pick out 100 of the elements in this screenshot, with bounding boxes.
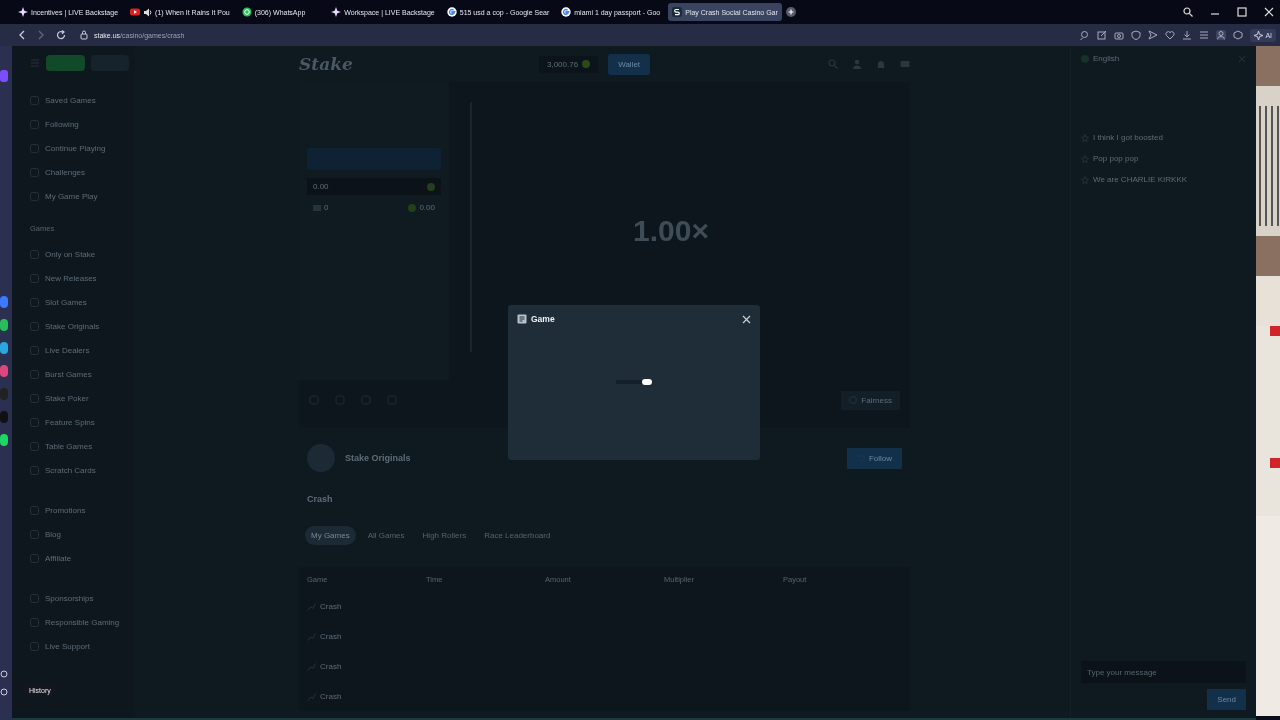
table-tab[interactable]: My Games	[305, 526, 356, 545]
coin-icon	[427, 182, 435, 191]
wallet-button[interactable]: Wallet	[608, 53, 651, 75]
forward-icon[interactable]	[37, 30, 45, 40]
send-button[interactable]: Send	[1207, 689, 1246, 710]
menu-item-icon	[30, 249, 39, 259]
cube-icon[interactable]	[1233, 30, 1244, 40]
sidebar-item[interactable]: Burst Games	[30, 362, 129, 386]
sidebar-item[interactable]: Continue Playing	[30, 136, 129, 160]
sidebar-item[interactable]: Scratch Cards	[30, 458, 129, 482]
player-count: 0	[313, 203, 329, 212]
lock-icon	[80, 30, 88, 40]
total-amount: 0.00	[408, 203, 435, 212]
language-selector[interactable]: English	[1081, 54, 1120, 63]
chat-bubble-icon	[241, 7, 252, 17]
s-logo-icon	[672, 7, 683, 17]
menu-item-icon	[30, 95, 39, 105]
menu-item-icon	[30, 441, 39, 451]
sidebar-item[interactable]: Blog	[30, 522, 129, 546]
app-icon[interactable]	[0, 434, 8, 446]
menu-item-icon	[30, 417, 39, 427]
mode-toggle[interactable]	[46, 55, 85, 71]
section-title: Crash	[306, 493, 334, 506]
sidebar-item[interactable]: Slot Games	[30, 290, 129, 314]
chat-message: Pop pop pop	[1093, 154, 1139, 163]
star-icon	[1081, 175, 1089, 184]
sparkle-icon	[18, 7, 28, 17]
play-icon	[130, 7, 141, 17]
menu-item-icon	[30, 529, 39, 539]
site-logo[interactable]: Stake	[299, 54, 529, 74]
sidebar-item[interactable]: Feature Spins	[30, 410, 129, 434]
message-field[interactable]: Type your message	[1081, 661, 1246, 683]
table-cell: Crash	[307, 601, 342, 611]
table-cell: Crash	[307, 631, 342, 641]
trend-icon	[307, 691, 316, 701]
menu-item-icon	[30, 505, 39, 515]
sidebar-item[interactable]: Live Dealers	[30, 338, 129, 362]
menu-item-icon	[30, 119, 39, 129]
sidebar-item[interactable]: Following	[30, 112, 129, 136]
provider-name[interactable]: Stake Originals	[345, 453, 411, 463]
sparkle-icon	[331, 7, 342, 17]
sidebar-item[interactable]: Promotions	[30, 498, 129, 522]
trend-icon	[307, 661, 316, 671]
loading-bar	[616, 379, 652, 385]
app-icon[interactable]	[0, 342, 8, 354]
menu-item-icon	[30, 167, 39, 177]
balance-display[interactable]: 3,000.76	[539, 55, 599, 73]
zoom-icon[interactable]	[1080, 30, 1091, 40]
menu-item-icon	[30, 641, 39, 651]
menu-item-icon	[30, 345, 39, 355]
menu-item-icon	[30, 143, 39, 153]
dialog-title: Game	[531, 314, 555, 324]
shield-icon[interactable]	[1131, 30, 1142, 40]
sidebar-item[interactable]: Live Support	[30, 634, 129, 658]
camera-icon[interactable]	[1114, 30, 1125, 40]
sidebar-item[interactable]: Only on Stake	[30, 242, 129, 266]
menu-item-icon	[30, 297, 39, 307]
people-icon	[313, 203, 321, 212]
heart-icon[interactable]	[1165, 30, 1176, 40]
sidebar-item[interactable]: Responsible Gaming	[30, 610, 129, 634]
send-icon[interactable]	[1148, 30, 1159, 40]
back-icon[interactable]	[18, 30, 26, 40]
sparkle-icon	[1254, 30, 1264, 40]
app-icon[interactable]	[0, 365, 8, 377]
maximize-icon[interactable]	[1237, 7, 1247, 17]
menu-item-icon	[30, 393, 39, 403]
reload-icon[interactable]	[56, 30, 66, 40]
table-cell: Crash	[307, 691, 342, 701]
sidebar-item[interactable]: New Releases	[30, 266, 129, 290]
table-tab[interactable]: Race Leaderboard	[478, 526, 557, 545]
star-icon	[1081, 133, 1089, 142]
star-icon	[1081, 154, 1089, 163]
sidebar-item[interactable]: Stake Poker	[30, 386, 129, 410]
table-tab[interactable]: All Games	[361, 526, 411, 545]
sidebar-item[interactable]: Affiliate	[30, 546, 129, 570]
follow-button[interactable]: Follow	[846, 447, 902, 469]
edit-icon[interactable]	[1097, 30, 1108, 40]
sidebar-item[interactable]: Table Games	[30, 434, 129, 458]
menu-item-icon	[30, 191, 39, 201]
new-tab-icon[interactable]	[785, 7, 796, 17]
search-icon[interactable]	[1183, 7, 1193, 17]
fairness-button[interactable]: Fairness	[841, 390, 900, 410]
person-icon[interactable]	[1216, 30, 1227, 40]
coin-icon	[582, 60, 591, 68]
sidebar-item[interactable]: Saved Games	[30, 88, 129, 112]
sidebar-item[interactable]: My Game Play	[30, 184, 129, 208]
app-icon[interactable]	[0, 319, 8, 331]
download-icon[interactable]	[1182, 30, 1193, 40]
table-tab[interactable]: High Rollers	[416, 526, 473, 545]
chat-message: We are CHARLIE KIRKKK	[1093, 175, 1188, 184]
table-cell: Crash	[307, 661, 342, 671]
sidebar-item[interactable]: Stake Originals	[30, 314, 129, 338]
sidebar-item[interactable]: Challenges	[30, 160, 129, 184]
menu-item-icon	[30, 617, 39, 627]
app-icon[interactable]	[0, 296, 8, 308]
amount-field[interactable]: 0.00	[307, 178, 441, 195]
menu-icon[interactable]	[1199, 30, 1210, 40]
sidebar-item[interactable]: Sponsorships	[30, 586, 129, 610]
menu-item-icon	[30, 593, 39, 603]
trend-icon	[307, 601, 316, 611]
